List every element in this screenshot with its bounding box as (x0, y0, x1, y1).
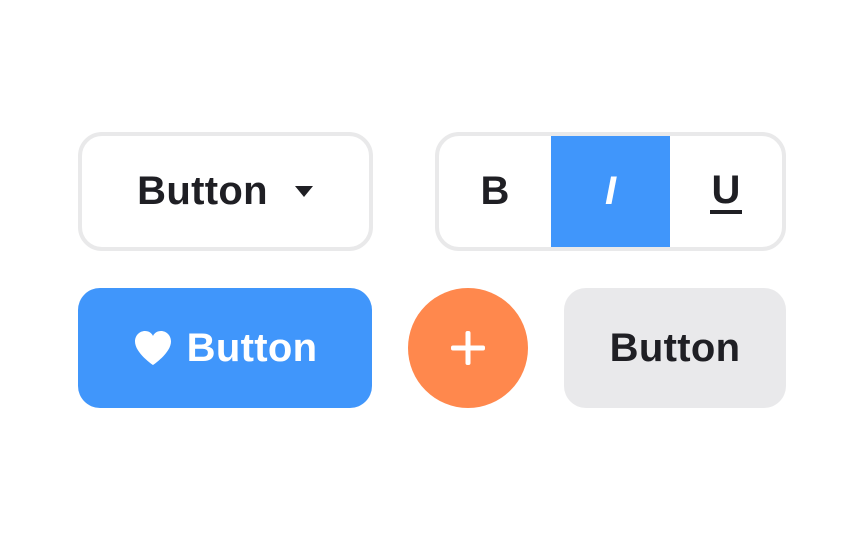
italic-toggle[interactable]: I (551, 136, 670, 247)
plus-icon (451, 331, 485, 365)
secondary-button-label: Button (609, 325, 741, 370)
bold-label: B (480, 169, 510, 213)
underline-toggle[interactable]: U (670, 136, 782, 247)
text-format-toggle: B I U (435, 132, 786, 251)
heart-icon (134, 331, 171, 365)
add-button[interactable] (408, 288, 528, 408)
secondary-button[interactable]: Button (564, 288, 786, 408)
underline-label: U (709, 167, 743, 214)
italic-label: I (604, 169, 617, 213)
dropdown-button[interactable]: Button (78, 132, 373, 251)
dropdown-button-label: Button (137, 169, 268, 213)
primary-button-label: Button (186, 325, 318, 370)
button-showcase: Button B I U Button Button (0, 0, 864, 540)
bold-toggle[interactable]: B (439, 136, 551, 247)
caret-down-icon (294, 185, 313, 197)
primary-button[interactable]: Button (78, 288, 372, 408)
